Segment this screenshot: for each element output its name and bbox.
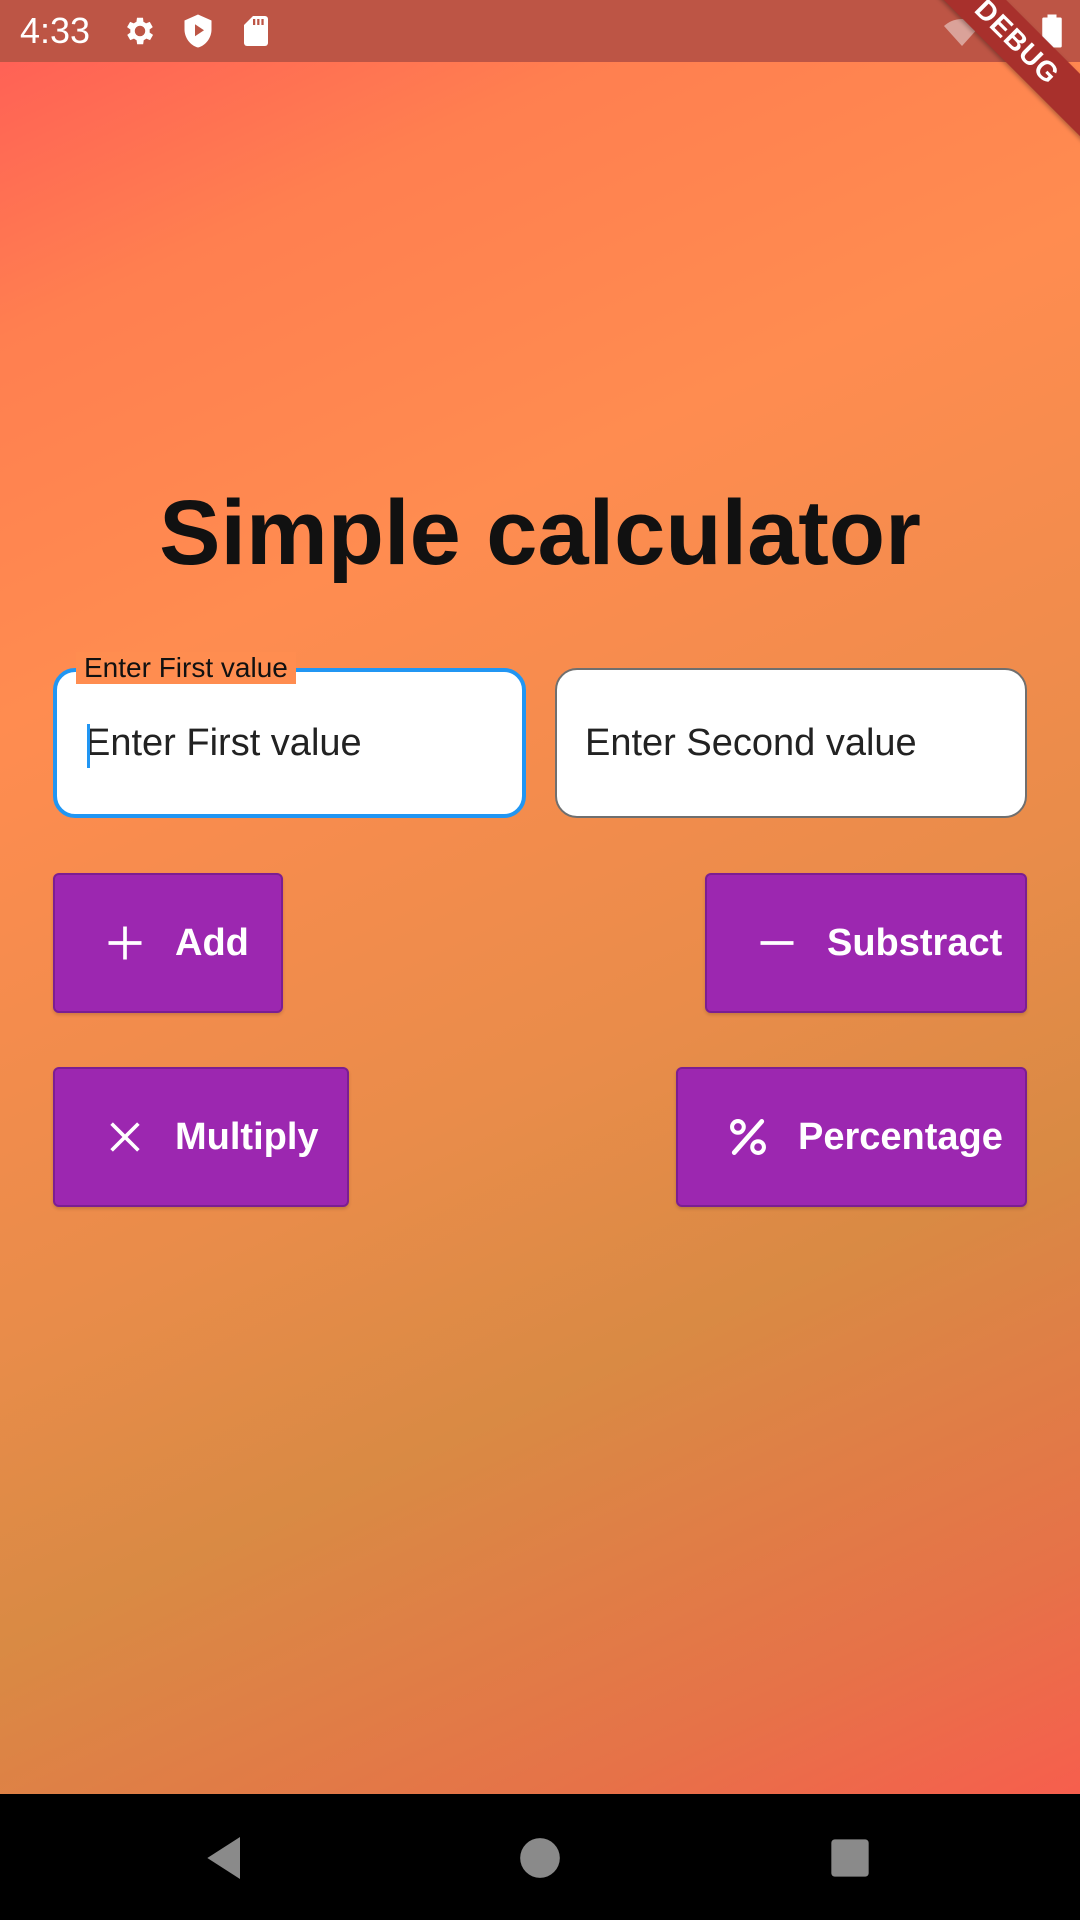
recents-icon[interactable] [822,1830,878,1886]
first-value-field[interactable] [53,668,526,818]
shield-play-icon [184,14,212,48]
add-button[interactable]: Add [53,873,283,1013]
add-button-label: Add [175,921,249,964]
multiply-button-label: Multiply [175,1115,319,1158]
home-icon[interactable] [512,1830,568,1886]
status-time: 4:33 [20,10,91,51]
minus-icon [760,941,794,945]
second-value-input[interactable] [585,670,1005,816]
second-value-field[interactable] [555,668,1027,818]
first-value-label: Enter First value [76,652,296,684]
first-value-input[interactable] [85,672,502,814]
percentage-button-label: Percentage [798,1115,1003,1158]
multiply-button[interactable]: Multiply [53,1067,349,1207]
gear-icon [127,17,154,45]
subtract-button[interactable]: Substract [705,873,1027,1013]
plus-icon [108,926,142,960]
app-screen: 4:33 LTE DEBUG Simple calculator Enter F… [0,0,1080,1920]
close-x-icon [110,1122,140,1152]
text-caret [87,724,90,768]
percent-icon [730,1119,766,1155]
percentage-button[interactable]: Percentage [676,1067,1027,1207]
status-bar: 4:33 LTE [0,0,1080,62]
sd-card-icon [244,16,268,46]
page-title: Simple calculator [159,482,921,584]
navigation-bar [0,1794,1080,1920]
subtract-button-label: Substract [827,921,1003,964]
back-icon[interactable] [198,1830,254,1886]
